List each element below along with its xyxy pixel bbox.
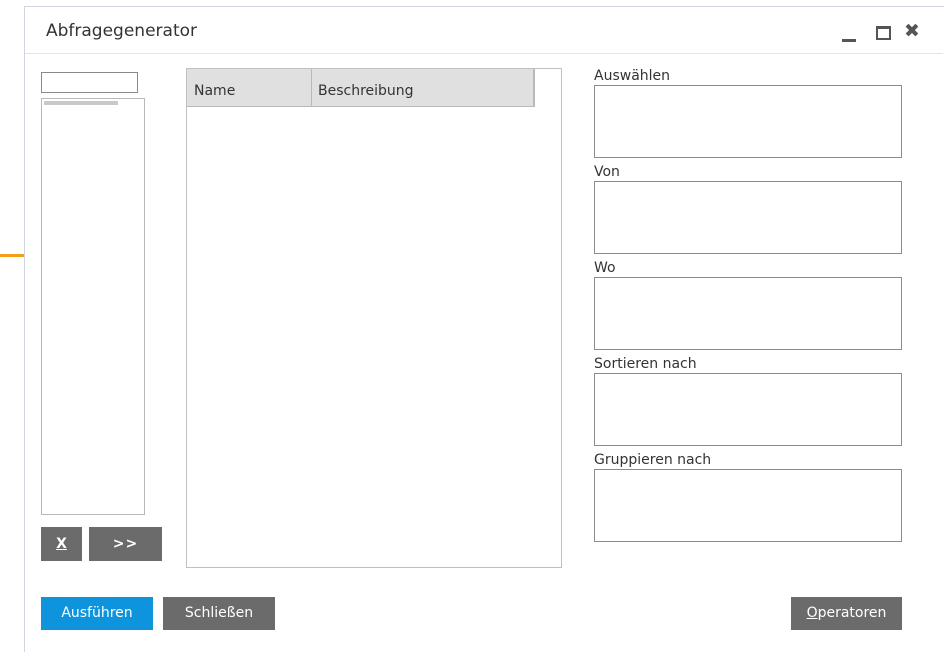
select-field[interactable] [594,85,902,158]
grid-header: Name Beschreibung [187,69,535,107]
group-by-field[interactable] [594,469,902,542]
order-by-label: Sortieren nach [594,356,697,372]
close-button[interactable]: Schließen [163,597,275,630]
maximize-icon[interactable] [876,26,891,40]
window-title: Abfragegenerator [46,21,198,41]
column-header-name[interactable]: Name [194,83,235,99]
from-field[interactable] [594,181,902,254]
operators-mnemonic: O [806,605,818,621]
add-button[interactable]: >> [89,527,162,561]
order-by-field[interactable] [594,373,902,446]
remove-button[interactable]: X [41,527,82,561]
group-by-label: Gruppieren nach [594,452,712,468]
select-label: Auswählen [594,68,671,84]
close-icon[interactable]: ✖ [904,21,920,41]
query-generator-window: Abfragegenerator ✖ X >> Name Beschreibun… [24,6,944,652]
column-divider[interactable] [311,69,312,107]
run-button[interactable]: Ausführen [41,597,153,630]
operators-button[interactable]: Operatoren [791,597,902,630]
fields-grid[interactable]: Name Beschreibung [186,68,562,568]
where-field[interactable] [594,277,902,350]
title-bar: Abfragegenerator ✖ [25,7,943,54]
where-label: Wo [594,260,616,276]
table-list[interactable] [41,98,145,515]
minimize-icon[interactable] [842,39,856,42]
list-scroll-indicator [44,101,118,105]
operators-label-rest: peratoren [817,605,887,621]
from-label: Von [594,164,620,180]
table-search-input[interactable] [41,72,138,93]
column-header-description[interactable]: Beschreibung [318,83,414,99]
